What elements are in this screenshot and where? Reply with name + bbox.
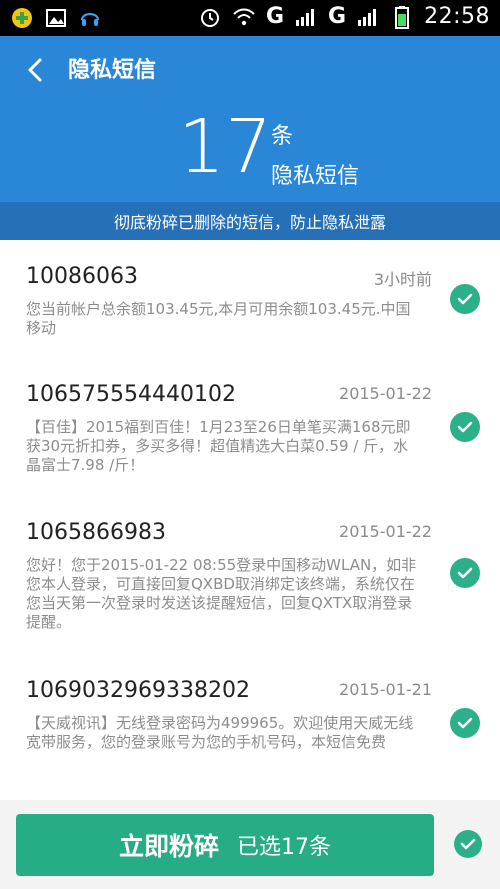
wifi-icon: [232, 5, 256, 29]
check-icon: [457, 293, 473, 305]
check-icon: [460, 838, 476, 850]
message-sender: 1069032969338202: [26, 678, 250, 703]
page-title: 隐私短信: [68, 57, 157, 82]
select-checkbox[interactable]: [450, 284, 480, 314]
message-list[interactable]: 10086063 3小时前 您当前帐户总余额103.45元,本月可用余额103.…: [0, 240, 500, 801]
alarm-icon: [198, 5, 222, 29]
network-label-1: G: [265, 4, 285, 29]
tip-bar: 彻底粉碎已删除的短信，防止隐私泄露: [0, 202, 500, 240]
status-bar: G G 22:58: [0, 0, 500, 36]
signal-icon: [294, 5, 318, 29]
check-icon: [457, 567, 473, 579]
check-icon: [457, 421, 473, 433]
signal-icon: [356, 5, 380, 29]
back-button[interactable]: [22, 56, 50, 84]
check-icon: [457, 717, 473, 729]
message-snippet: 【百佳】2015福到百佳！1月23至26日单笔买满168元即获30元折扣券，多买…: [26, 418, 411, 474]
message-time: 2015-01-21: [339, 680, 432, 699]
plus-app-icon: [10, 6, 34, 30]
count-label: 隐私短信: [271, 164, 360, 189]
message-item[interactable]: 106575554440102 2015-01-22 【百佳】2015福到百佳！…: [0, 358, 500, 497]
select-checkbox[interactable]: [450, 558, 480, 588]
assistant-icon: [78, 6, 102, 30]
crush-now-button[interactable]: 立即粉碎 已选17条: [16, 814, 434, 876]
message-time: 3小时前: [373, 270, 432, 289]
header: 隐私短信 17 条 隐私短信: [0, 36, 500, 202]
select-checkbox[interactable]: [450, 412, 480, 442]
private-sms-count: 17: [178, 104, 273, 190]
status-time: 22:58: [424, 4, 490, 29]
message-item[interactable]: 1065866983 2015-01-22 您好！您于2015-01-22 08…: [0, 496, 500, 655]
message-snippet: 您好！您于2015-01-22 08:55登录中国移动WLAN，如非您本人登录，…: [26, 556, 417, 631]
selected-count: 已选17条: [237, 835, 331, 860]
message-item[interactable]: 1069032969338202 2015-01-21 【天威视讯】无线登录密码…: [0, 654, 500, 801]
message-item[interactable]: 10086063 3小时前 您当前帐户总余额103.45元,本月可用余额103.…: [0, 240, 500, 359]
message-time: 2015-01-22: [339, 522, 432, 541]
count-unit: 条: [271, 124, 294, 149]
battery-icon: [390, 5, 414, 29]
tip-text: 彻底粉碎已删除的短信，防止隐私泄露: [113, 213, 386, 232]
message-sender: 106575554440102: [26, 382, 236, 407]
message-snippet: 【天威视讯】无线登录密码为499965。欢迎使用天威无线宽带服务，您的登录账号为…: [26, 714, 414, 751]
message-sender: 1065866983: [26, 520, 166, 545]
network-label-2: G: [328, 4, 347, 29]
bottom-bar: 立即粉碎 已选17条: [0, 800, 500, 889]
chevron-left-icon: [28, 58, 42, 82]
crush-button-label: 立即粉碎: [118, 832, 219, 861]
status-right: G G 22:58: [198, 4, 490, 29]
select-checkbox[interactable]: [450, 708, 480, 738]
message-sender: 10086063: [26, 264, 138, 289]
status-left-icons: [10, 6, 102, 30]
message-time: 2015-01-22: [339, 384, 432, 403]
select-all-checkbox[interactable]: [454, 830, 482, 858]
message-snippet: 您当前帐户总余额103.45元,本月可用余额103.45元.中国移动: [26, 300, 411, 337]
image-icon: [44, 6, 68, 30]
